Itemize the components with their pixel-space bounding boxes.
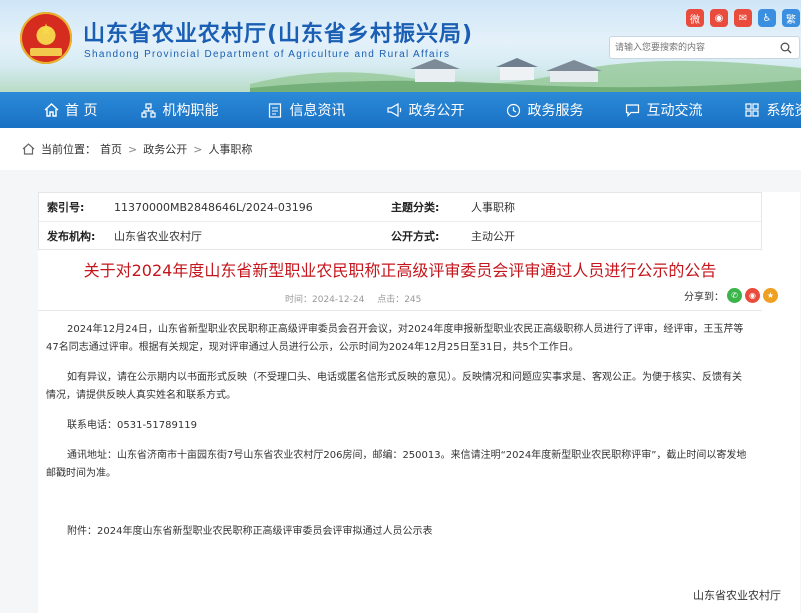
article-card: 索引号: 11370000MB2848646L/2024-03196 主题分类:… [38,192,800,613]
breadcrumb: 当前位置： 首页 > 政务公开 > 人事职称 [0,128,801,170]
weibo-icon[interactable]: 微 [686,9,704,27]
news-icon [267,102,283,118]
elderly-mode-icon[interactable]: 繁 [782,9,800,27]
index-label: 索引号: [47,201,85,214]
openness-value: 主动公开 [471,229,515,243]
nav-resources[interactable]: 系统资源 [744,92,801,128]
publisher-label: 发布机构: [47,229,96,243]
org-icon [140,102,156,118]
chat-icon [624,102,640,118]
content-background: 索引号: 11370000MB2848646L/2024-03196 主题分类:… [0,170,801,613]
mail-icon[interactable]: ✉ [734,9,752,27]
breadcrumb-separator-icon: > [193,142,203,156]
nav-gov-service-label: 政务服务 [527,103,584,119]
search-icon[interactable] [776,37,796,58]
breadcrumb-current[interactable]: 人事职称 [208,141,252,157]
publisher-value: 山东省农业农村厅 [114,229,202,243]
topic-value: 人事职称 [471,201,515,214]
breadcrumb-prefix: 当前位置： [41,143,96,156]
nav-news-label: 信息资讯 [289,103,346,119]
article-info: 时间：2024-12-24 点击：245 分享到： ✆ ◉ ★ [38,284,800,310]
site-title[interactable]: 山东省农业农村厅(山东省乡村振兴局) [83,16,473,48]
nav-gov-open-label: 政务公开 [408,103,465,119]
article-paragraph: 如有异议，请在公示期内以书面形式反映（不受理口头、电话或匿名信形式反映的意见）。… [46,372,742,401]
social-links: 微 ◉ ✉ ♿ 繁 [686,9,800,27]
article-views: 245 [404,295,422,305]
article-signature: 山东省农业农村厅 [693,589,781,602]
article-time: 时间：2024-12-24 [285,295,365,305]
nav-gov-open[interactable]: 政务公开 [386,92,464,128]
nav-gov-service[interactable]: 政务服务 [505,92,583,128]
nav-interact-label: 互动交流 [646,103,703,119]
site-subtitle: Shandong Provincial Department of Agricu… [84,49,451,60]
national-emblem-icon[interactable]: ★ [20,12,72,64]
nav-interact[interactable]: 互动交流 [624,92,702,128]
topic-label: 主题分类: [391,201,440,214]
article-views-label: 点击： [377,295,405,305]
divider [38,310,762,311]
nav-org-label: 机构职能 [162,103,219,119]
breadcrumb-separator-icon: > [128,142,138,156]
share-label: 分享到： [684,292,724,303]
search-box [609,36,800,59]
site-header: ★ 山东省农业农村厅(山东省乡村振兴局) Shandong Provincial… [0,0,801,92]
breadcrumb-home[interactable]: 首页 [100,141,122,157]
meta-row: 发布机构: 山东省农业农村厅 公开方式: 主动公开 [39,221,761,249]
article-time-views: 时间：2024-12-24 点击：245 [285,292,421,305]
meta-row: 索引号: 11370000MB2848646L/2024-03196 主题分类:… [39,193,761,221]
index-value: 11370000MB2848646L/2024-03196 [114,200,313,214]
wechat-share-icon[interactable]: ✆ [727,288,742,303]
location-icon [22,143,35,155]
main-nav: 首 页 机构职能 信息资讯 政务公开 政务服务 互动交流 系统资源 [0,92,801,128]
nav-resources-label: 系统资源 [766,103,801,119]
attachment-link[interactable]: 附件：2024年度山东省新型职业农民职称正高级评审委员会评审拟通过人员公示表 [46,523,748,541]
search-input[interactable] [610,37,776,58]
nav-home-label: 首 页 [65,103,98,119]
meta-table: 索引号: 11370000MB2848646L/2024-03196 主题分类:… [38,192,762,250]
nav-home[interactable]: 首 页 [43,92,97,128]
nav-org[interactable]: 机构职能 [140,92,218,128]
breadcrumb-gov-open[interactable]: 政务公开 [143,141,187,157]
app-icon[interactable]: ◉ [710,9,728,27]
openness-label: 公开方式: [391,229,440,243]
article-title: 关于对2024年度山东省新型职业农民职称正高级评审委员会评审通过人员进行公示的公… [83,261,717,280]
home-icon [43,102,59,118]
article-paragraph: 2024年12月24日，山东省新型职业农民职称正高级评审委员会召开会议，对202… [46,324,744,353]
accessibility-icon[interactable]: ♿ [758,9,776,27]
service-icon [505,102,521,118]
grid-icon [744,102,760,118]
article-body: 2024年12月24日，山东省新型职业农民职称正高级评审委员会召开会议，对202… [38,321,748,541]
weibo-share-icon[interactable]: ◉ [745,288,760,303]
qzone-share-icon[interactable]: ★ [763,288,778,303]
share-bar: 分享到： ✆ ◉ ★ [684,288,778,303]
megaphone-icon [386,102,402,118]
mailing-address: 通讯地址：山东省济南市十亩园东街7号山东省农业农村厅206房间，邮编：25001… [46,450,747,479]
nav-news[interactable]: 信息资讯 [267,92,345,128]
contact-phone: 联系电话：0531-51789119 [67,420,197,431]
